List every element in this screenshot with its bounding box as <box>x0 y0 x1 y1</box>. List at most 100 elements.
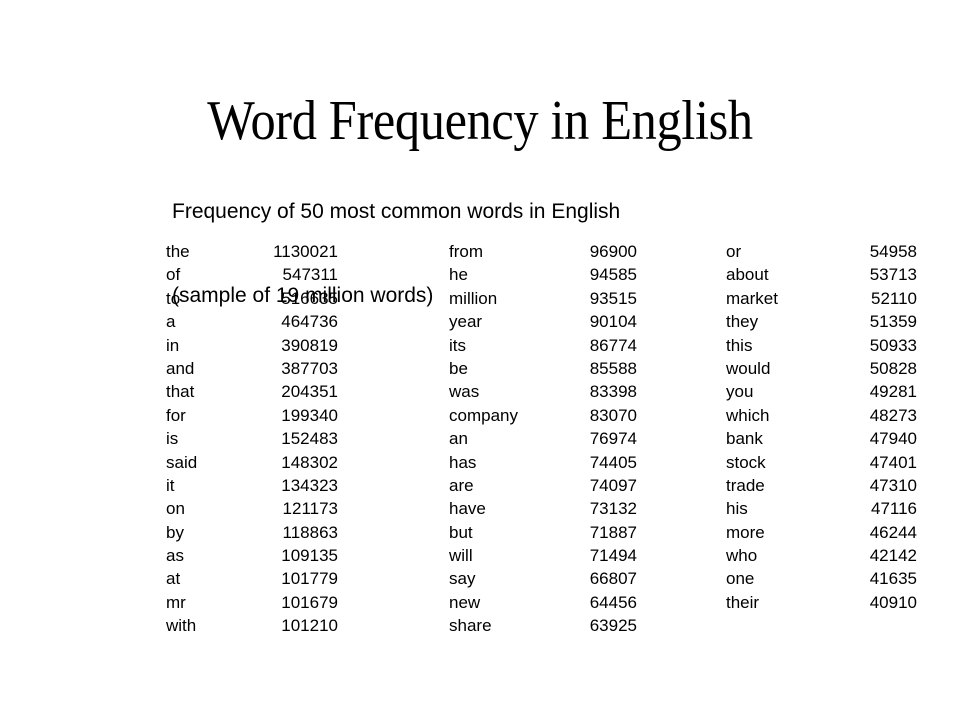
word-count-value: 90104 <box>589 312 637 332</box>
table-row: as 109135 <box>166 544 338 567</box>
word-label: trade <box>726 475 765 495</box>
word-label: he <box>449 265 468 285</box>
word-count-value: 101779 <box>281 569 338 589</box>
table-row: this 50933 <box>726 334 917 357</box>
table-row: in 390819 <box>166 334 338 357</box>
word-count-value: 64456 <box>589 592 637 612</box>
word-count-value: 46244 <box>869 522 917 542</box>
table-row: and 387703 <box>166 357 338 380</box>
table-row: a 464736 <box>166 310 338 333</box>
slide: Word Frequency in English Frequency of 5… <box>0 0 960 720</box>
word-label: market <box>726 288 778 308</box>
table-row: would 50828 <box>726 357 917 380</box>
table-row: their 40910 <box>726 591 917 614</box>
word-label: the <box>166 242 190 261</box>
word-count-value: 83070 <box>589 405 637 425</box>
word-label: is <box>166 429 179 449</box>
word-label: a <box>166 312 176 332</box>
word-count-value: 52110 <box>870 288 917 308</box>
table-row: the 1130021 <box>166 240 338 263</box>
word-label: will <box>449 546 473 566</box>
word-count-value: 41635 <box>869 569 917 589</box>
table-row: mr 101679 <box>166 591 338 614</box>
word-count-value: 390819 <box>281 335 338 355</box>
table-row: share 63925 <box>449 614 637 637</box>
word-label: said <box>166 452 198 472</box>
word-count-value: 94585 <box>589 265 637 285</box>
word-label: or <box>726 242 742 261</box>
word-count-value: 93515 <box>589 288 637 308</box>
word-label: have <box>449 499 486 519</box>
table-row: company 83070 <box>449 404 637 427</box>
word-label: for <box>166 405 186 425</box>
table-row: is 152483 <box>166 427 338 450</box>
table-row: about 53713 <box>726 263 917 286</box>
table-row: to 516635 <box>166 287 338 310</box>
word-label: are <box>449 475 474 495</box>
word-count-value: 71887 <box>589 522 637 542</box>
word-label: share <box>449 616 492 636</box>
word-count-value: 74405 <box>589 452 637 472</box>
table-row: was 83398 <box>449 380 637 403</box>
word-label: at <box>166 569 181 589</box>
word-label: stock <box>726 452 766 472</box>
table-row: year 90104 <box>449 310 637 333</box>
word-label: this <box>726 335 753 355</box>
word-label: his <box>726 499 748 519</box>
word-label: has <box>449 452 477 472</box>
word-label: on <box>166 499 185 519</box>
word-count-value: 71494 <box>589 546 637 566</box>
table-row: bank 47940 <box>726 427 917 450</box>
table-row: he 94585 <box>449 263 637 286</box>
word-label: be <box>449 358 468 378</box>
table-row: million 93515 <box>449 287 637 310</box>
word-count-value: 66807 <box>589 569 637 589</box>
word-count-value: 118863 <box>282 522 338 542</box>
word-count-value: 109135 <box>281 546 338 566</box>
table-row: they 51359 <box>726 310 917 333</box>
word-label: by <box>166 522 184 542</box>
word-count-value: 83398 <box>589 382 637 402</box>
table-row: are 74097 <box>449 474 637 497</box>
word-count-value: 148302 <box>281 452 338 472</box>
word-count-value: 73132 <box>589 499 637 519</box>
table-row: will 71494 <box>449 544 637 567</box>
table-row: for 199340 <box>166 404 338 427</box>
frequency-column-1: the 1130021 of 547311 to 516635 a 464736 in 39081… <box>166 240 338 638</box>
word-count-value: 54958 <box>869 242 917 261</box>
table-row: that 204351 <box>166 380 338 403</box>
table-row: have 73132 <box>449 497 637 520</box>
word-label: which <box>726 405 770 425</box>
word-count-value: 42142 <box>869 546 917 566</box>
word-count-value: 40910 <box>869 592 917 612</box>
word-label: million <box>449 288 498 308</box>
frequency-column-3: or 54958 about 53713 market 52110 they 51359 thi… <box>726 240 917 614</box>
table-row: by 118863 <box>166 521 338 544</box>
table-row: new 64456 <box>449 591 637 614</box>
word-count-value: 50933 <box>869 335 917 355</box>
subtitle-line-1: Frequency of 50 most common words in Eng… <box>172 200 621 223</box>
word-count-value: 47116 <box>870 499 917 519</box>
word-label: who <box>726 546 758 566</box>
word-label: they <box>726 312 759 332</box>
word-label: about <box>726 265 769 285</box>
word-count-value: 47310 <box>869 475 917 495</box>
table-row: who 42142 <box>726 544 917 567</box>
word-label: year <box>449 312 483 332</box>
table-row: of 547311 <box>166 263 338 286</box>
word-label: new <box>449 592 481 612</box>
table-row: but 71887 <box>449 521 637 544</box>
table-row: be 85588 <box>449 357 637 380</box>
word-count-value: 85588 <box>589 358 637 378</box>
word-count-value: 121173 <box>282 499 338 519</box>
table-row: at 101779 <box>166 567 338 590</box>
word-count-value: 48273 <box>869 405 917 425</box>
word-label: with <box>166 616 197 636</box>
word-label: from <box>449 242 483 261</box>
word-label: that <box>166 382 195 402</box>
table-row: his 47116 <box>726 497 917 520</box>
word-count-value: 50828 <box>869 358 917 378</box>
table-row: has 74405 <box>449 451 637 474</box>
table-row: say 66807 <box>449 567 637 590</box>
word-count-value: 63925 <box>589 616 637 636</box>
